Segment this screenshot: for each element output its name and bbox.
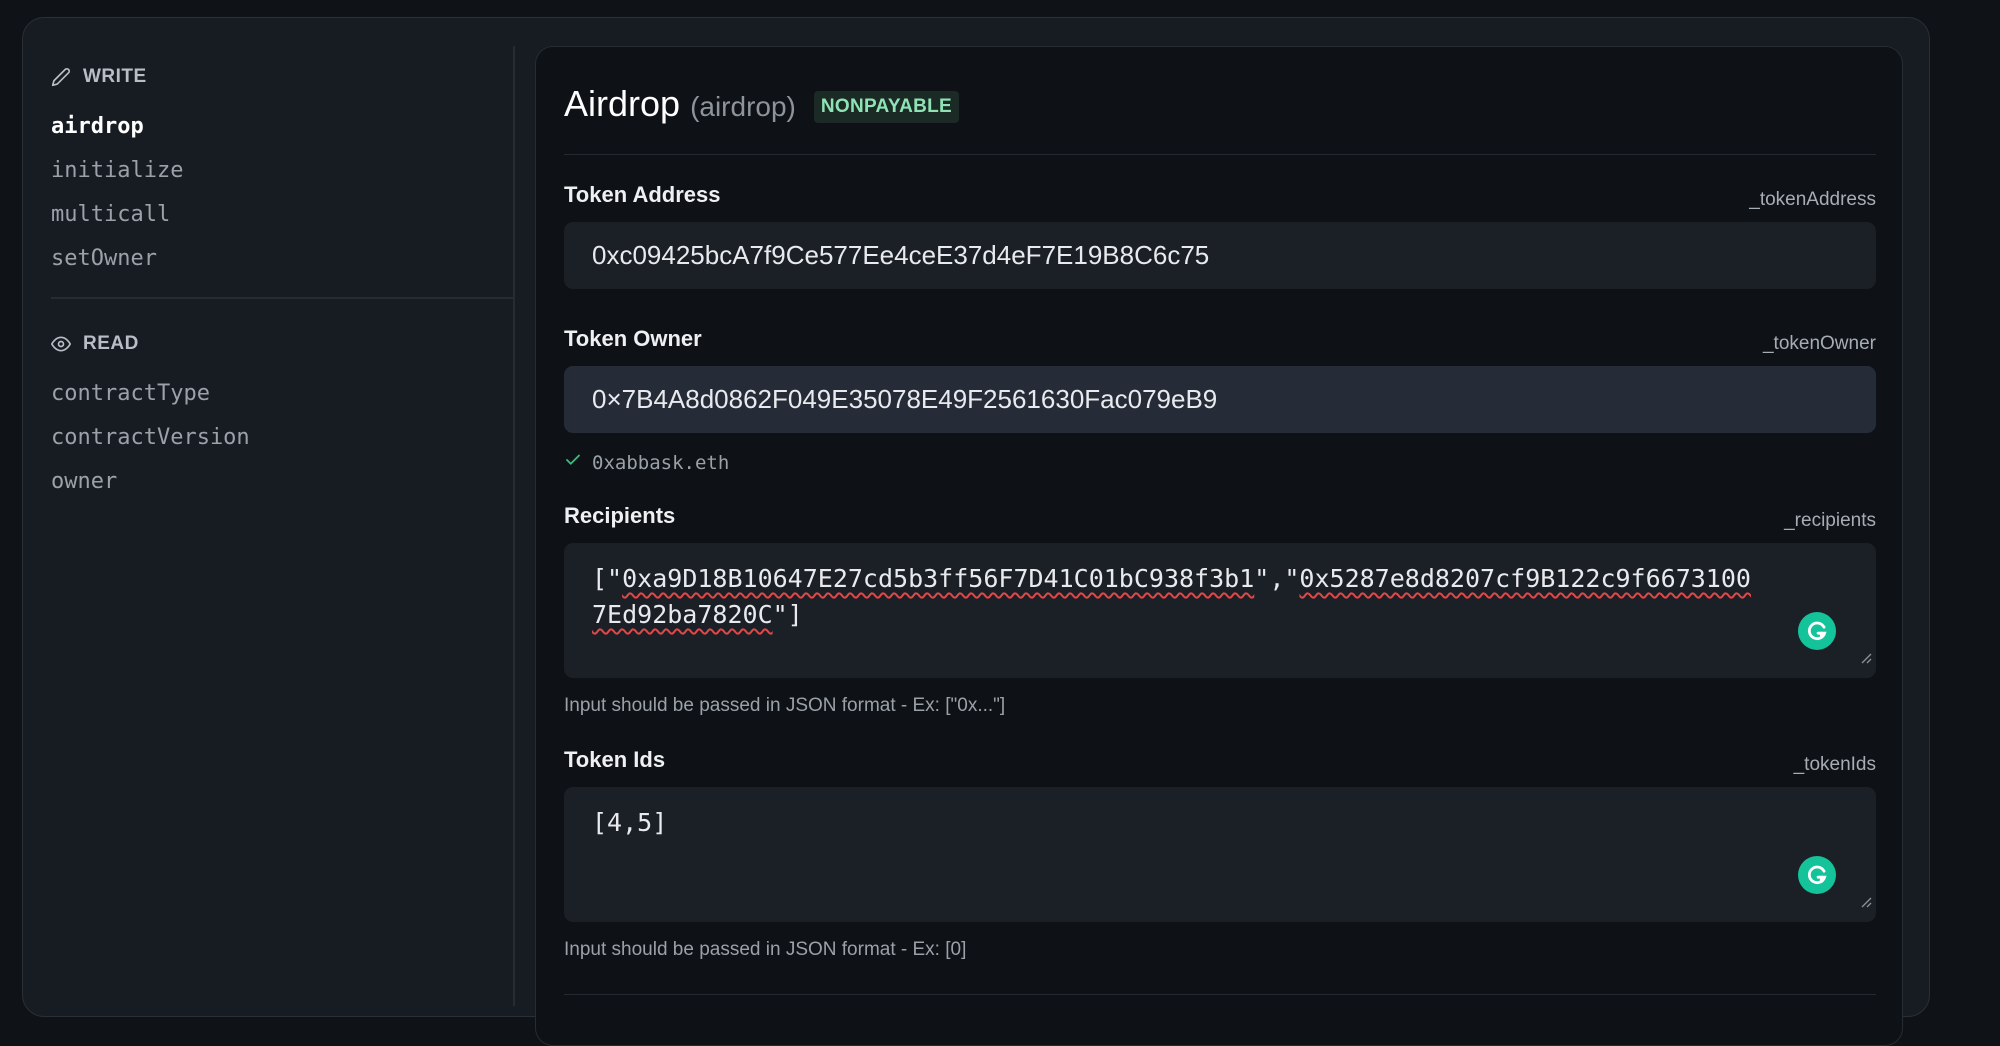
recipients-hint: Input should be passed in JSON format - …: [564, 695, 1006, 716]
recipients-textarea[interactable]: ["0xa9D18B10647E27cd5b3ff56F7D41C01bC938…: [564, 543, 1876, 678]
function-title: Airdrop: [564, 83, 681, 124]
grammarly-icon[interactable]: [1798, 856, 1836, 894]
sidebar-item-setowner[interactable]: setOwner: [51, 246, 157, 271]
function-sidebar: WRITE airdrop initialize multicall setOw…: [23, 18, 513, 1016]
recipients-separator: ",": [1254, 564, 1300, 593]
ens-resolution: 0xabbask.eth: [564, 451, 729, 474]
eye-icon: [51, 334, 71, 354]
resize-handle-icon[interactable]: [1860, 882, 1872, 918]
sidebar-item-contractversion[interactable]: contractVersion: [51, 425, 250, 450]
token-address-input[interactable]: 0xc09425bcA7f9Ce577Ee4ceE37d4eF7E19B8C6c…: [564, 222, 1876, 289]
sidebar-vertical-divider: [513, 46, 515, 1006]
token-ids-hint: Input should be passed in JSON format - …: [564, 939, 967, 960]
title-divider: [564, 154, 1876, 155]
sidebar-item-airdrop[interactable]: airdrop: [51, 114, 144, 139]
sidebar-section-divider: [51, 297, 513, 299]
token-owner-label: Token Owner: [564, 326, 702, 351]
token-ids-textarea[interactable]: [4,5]: [564, 787, 1876, 922]
function-title-row: Airdrop (airdrop) NONPAYABLE: [564, 83, 959, 127]
token-ids-label: Token Ids: [564, 747, 666, 772]
pencil-icon: [51, 67, 71, 87]
sidebar-item-owner[interactable]: owner: [51, 469, 117, 494]
recipient-address-1: 0xa9D18B10647E27cd5b3ff56F7D41C01bC938f3…: [622, 564, 1255, 593]
write-heading-label: WRITE: [83, 66, 147, 87]
token-owner-input[interactable]: 0×7B4A8d0862F049E35078E49F2561630Fac079e…: [564, 366, 1876, 433]
recipients-param: _recipients: [1784, 510, 1876, 531]
recipients-suffix: "]: [772, 600, 803, 629]
recipients-label: Recipients: [564, 503, 676, 528]
token-ids-param: _tokenIds: [1793, 754, 1876, 775]
sidebar-item-contracttype[interactable]: contractType: [51, 381, 210, 406]
function-form-panel: Airdrop (airdrop) NONPAYABLE Token Addre…: [535, 46, 1903, 1046]
token-owner-param: _tokenOwner: [1762, 333, 1876, 354]
token-ids-value: [4,5]: [592, 808, 668, 837]
check-icon: [564, 451, 582, 474]
recipient-address-2-part1: 0x5287e8d8207cf9B122c9f6673100: [1299, 564, 1751, 593]
write-section-heading: WRITE: [51, 66, 147, 88]
read-heading-label: READ: [83, 333, 139, 354]
ens-name: 0xabbask.eth: [592, 451, 730, 474]
recipients-prefix: [": [592, 564, 623, 593]
token-address-param: _tokenAddress: [1749, 189, 1876, 210]
read-section-heading: READ: [51, 333, 139, 355]
token-address-label: Token Address: [564, 182, 721, 207]
form-bottom-divider: [564, 994, 1876, 995]
recipients-value: ["0xa9D18B10647E27cd5b3ff56F7D41C01bC938…: [592, 561, 1848, 633]
sidebar-item-initialize[interactable]: initialize: [51, 158, 183, 183]
function-name: (airdrop): [690, 91, 796, 122]
recipient-address-2-part2: 7Ed92ba7820C: [592, 600, 773, 629]
mutability-badge: NONPAYABLE: [813, 91, 959, 123]
resize-handle-icon[interactable]: [1860, 638, 1872, 674]
contract-explorer-card: WRITE airdrop initialize multicall setOw…: [22, 17, 1930, 1046]
sidebar-item-multicall[interactable]: multicall: [51, 202, 170, 227]
grammarly-icon[interactable]: [1798, 612, 1836, 650]
